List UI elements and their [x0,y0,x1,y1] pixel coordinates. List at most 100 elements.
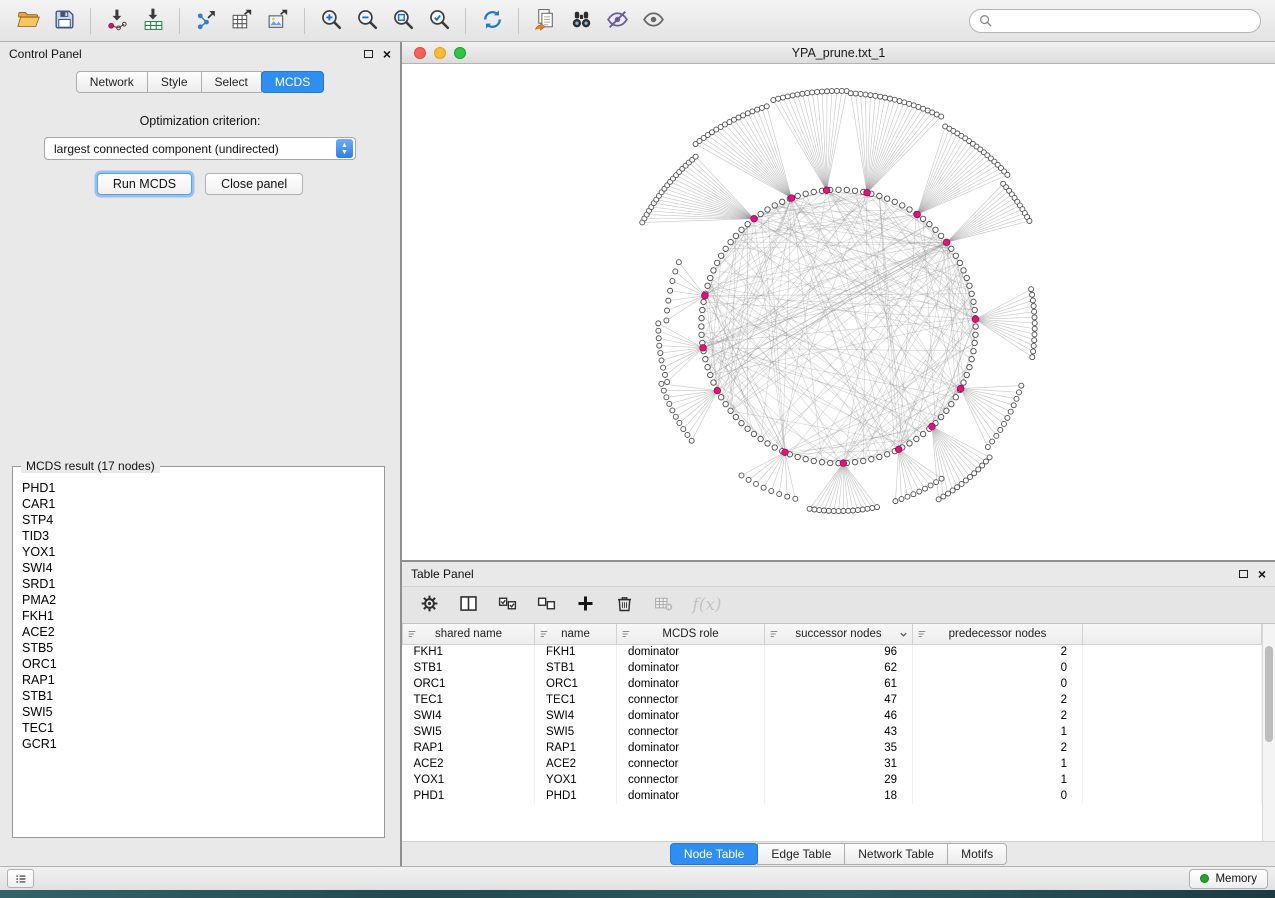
cell[interactable]: dominator [617,644,765,660]
zoom-selected-button[interactable] [421,4,457,38]
cell[interactable]: SWI4 [403,708,535,724]
cell[interactable]: 61 [765,676,913,692]
window-maximize-icon[interactable] [454,47,466,59]
panel-menu-button[interactable] [7,869,34,888]
zoom-fit-button[interactable] [385,4,421,38]
cell[interactable]: 0 [913,788,1083,804]
cell[interactable]: 35 [765,740,913,756]
cell[interactable]: TEC1 [403,692,535,708]
export-network-button[interactable] [188,4,224,38]
table-row[interactable]: YOX1YOX1connector291 [403,772,1262,788]
table-row[interactable]: STB1STB1dominator620 [403,660,1262,676]
cell[interactable]: TEC1 [535,692,617,708]
scrollbar-thumb[interactable] [1265,646,1273,742]
result-item[interactable]: RAP1 [22,672,375,688]
search-box[interactable] [969,9,1261,33]
deselect-all-rows-button[interactable] [533,592,560,619]
cell[interactable]: 96 [765,644,913,660]
cell[interactable]: 1 [913,756,1083,772]
result-item[interactable]: YOX1 [22,544,375,560]
cell[interactable]: STB1 [403,660,535,676]
tab-edge-table[interactable]: Edge Table [757,843,845,865]
column-header-successor-nodes[interactable]: successor nodes [765,624,913,644]
tab-style[interactable]: Style [147,71,202,93]
run-mcds-button[interactable]: Run MCDS [97,173,192,195]
close-panel-button[interactable]: Close panel [205,173,303,195]
table-row[interactable]: RAP1RAP1dominator352 [403,740,1262,756]
table-row[interactable]: ACE2ACE2connector311 [403,756,1262,772]
float-panel-icon[interactable] [364,50,373,58]
column-header-shared-name[interactable]: shared name [403,624,535,644]
cell[interactable]: 1 [913,724,1083,740]
tab-network[interactable]: Network [76,71,148,93]
optimization-criterion-select[interactable]: largest connected component (undirected)… [44,137,356,160]
result-item[interactable]: SRD1 [22,576,375,592]
float-table-panel-icon[interactable] [1239,570,1248,578]
cell[interactable]: connector [617,772,765,788]
column-header-predecessor-nodes[interactable]: predecessor nodes [913,624,1083,644]
result-item[interactable]: STP4 [22,512,375,528]
cell[interactable]: SWI5 [403,724,535,740]
cell[interactable]: ACE2 [535,756,617,772]
result-item[interactable]: TEC1 [22,720,375,736]
table-row[interactable]: SWI4SWI4dominator462 [403,708,1262,724]
cell[interactable]: 46 [765,708,913,724]
cell[interactable]: ACE2 [403,756,535,772]
result-item[interactable]: PHD1 [22,480,375,496]
window-close-icon[interactable] [414,47,426,59]
result-item[interactable]: ORC1 [22,656,375,672]
cell[interactable]: ORC1 [403,676,535,692]
tab-select[interactable]: Select [201,71,262,93]
tab-network-table[interactable]: Network Table [844,843,948,865]
cell[interactable]: RAP1 [403,740,535,756]
table-row[interactable]: TEC1TEC1connector472 [403,692,1262,708]
result-item[interactable]: SWI5 [22,704,375,720]
result-item[interactable]: CAR1 [22,496,375,512]
cell[interactable]: connector [617,692,765,708]
column-header-mcds-role[interactable]: MCDS role [617,624,765,644]
cell[interactable]: dominator [617,708,765,724]
search-input[interactable] [997,14,1251,28]
tab-mcds[interactable]: MCDS [261,71,324,93]
cell[interactable]: STB1 [535,660,617,676]
cell[interactable]: 0 [913,660,1083,676]
cell[interactable]: SWI5 [535,724,617,740]
add-column-button[interactable] [572,592,599,619]
show-columns-button[interactable] [455,592,482,619]
tab-motifs[interactable]: Motifs [947,843,1007,865]
result-item[interactable]: TID3 [22,528,375,544]
zoom-in-button[interactable] [313,4,349,38]
window-minimize-icon[interactable] [434,47,446,59]
cell[interactable]: RAP1 [535,740,617,756]
cell[interactable]: connector [617,756,765,772]
result-item[interactable]: SWI4 [22,560,375,576]
table-row[interactable]: ORC1ORC1dominator610 [403,676,1262,692]
zoom-out-button[interactable] [349,4,385,38]
result-item[interactable]: ACE2 [22,624,375,640]
save-session-button[interactable] [46,4,82,38]
cell[interactable]: 29 [765,772,913,788]
cell[interactable]: 1 [913,772,1083,788]
cell[interactable]: 47 [765,692,913,708]
cell[interactable]: SWI4 [535,708,617,724]
select-all-rows-button[interactable] [494,592,521,619]
delete-column-button[interactable] [611,592,638,619]
cell[interactable]: 18 [765,788,913,804]
table-settings-button[interactable] [416,592,443,619]
table-row[interactable]: SWI5SWI5connector431 [403,724,1262,740]
column-header-name[interactable]: name [535,624,617,644]
cell[interactable]: YOX1 [403,772,535,788]
table-row[interactable]: FKH1FKH1dominator962 [403,644,1262,660]
cell[interactable]: PHD1 [403,788,535,804]
cell[interactable]: ORC1 [535,676,617,692]
export-image-button[interactable] [260,4,296,38]
open-session-button[interactable] [10,4,46,38]
cell[interactable]: 2 [913,692,1083,708]
result-item[interactable]: GCR1 [22,736,375,752]
cell[interactable]: 0 [913,676,1083,692]
result-item[interactable]: PMA2 [22,592,375,608]
import-table-file-button[interactable] [135,4,171,38]
network-canvas[interactable] [402,64,1275,560]
cell[interactable]: dominator [617,788,765,804]
show-all-button[interactable] [635,4,671,38]
